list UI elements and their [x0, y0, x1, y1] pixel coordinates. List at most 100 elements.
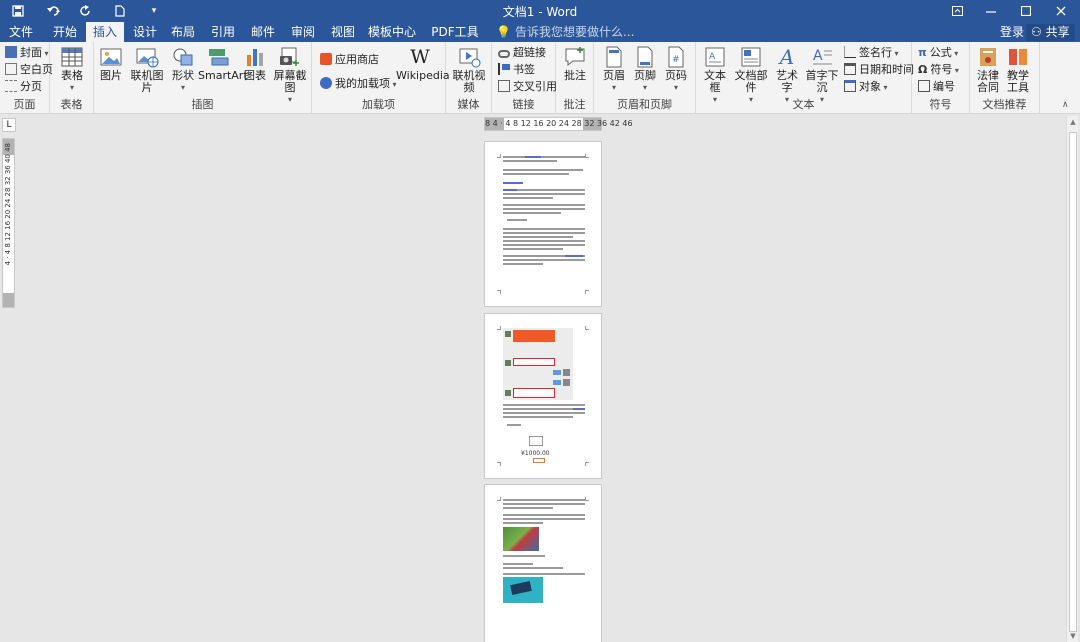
corner-mark — [585, 154, 589, 158]
tab-layout[interactable]: 布局 — [166, 22, 200, 42]
group-doc-recommend: 法律合同 教学工具 文档推荐 — [970, 42, 1040, 114]
close-icon[interactable] — [1044, 0, 1078, 22]
svg-text:A: A — [813, 48, 823, 64]
tab-review[interactable]: 审阅 — [286, 22, 320, 42]
text-line — [503, 263, 543, 265]
tab-references[interactable]: 引用 — [206, 22, 240, 42]
blank-page-button[interactable]: 空白页 — [5, 62, 53, 78]
login-link[interactable]: 登录 — [1000, 22, 1024, 42]
tab-view[interactable]: 视图 — [326, 22, 360, 42]
page-3[interactable] — [484, 484, 602, 642]
page-break-button[interactable]: 分页 — [5, 79, 42, 95]
teaching-tools-button[interactable]: 教学工具 — [1004, 46, 1032, 94]
text-line — [503, 173, 569, 175]
object-icon — [844, 80, 856, 92]
tab-file[interactable]: 文件 — [6, 22, 36, 42]
tab-pdf-tools[interactable]: PDF工具集 — [426, 22, 484, 59]
text-line — [503, 240, 585, 242]
link-text — [573, 408, 585, 410]
svg-text:A: A — [709, 52, 716, 62]
horizontal-ruler[interactable]: 8 4 · 4 8 12 16 20 24 28 32 36 42 46 — [484, 117, 633, 131]
online-video-button[interactable]: 联机视频 — [448, 46, 490, 94]
page-2[interactable]: ¥1000.00 — [484, 313, 602, 479]
bookmark-button[interactable]: 书签 — [498, 62, 535, 78]
smartart-button[interactable]: SmartArt — [198, 46, 248, 82]
group-label-symbols: 符号 — [929, 98, 952, 111]
group-label-tables: 表格 — [60, 98, 83, 111]
page-number-button[interactable]: # 页码 ▾ — [662, 46, 690, 94]
group-label-comments: 批注 — [563, 98, 586, 111]
text-line — [503, 232, 585, 234]
scroll-up-icon[interactable]: ▲ — [1067, 116, 1079, 128]
calendar-icon — [844, 63, 856, 75]
textbox-icon: A — [705, 47, 725, 67]
ribbon-display-icon[interactable] — [940, 0, 974, 22]
tab-mailings[interactable]: 邮件 — [246, 22, 280, 42]
tab-stop-selector[interactable]: L — [2, 118, 16, 132]
date-time-button[interactable]: 日期和时间 — [844, 62, 914, 78]
title-bar: ▾ 文档1 - Word — [0, 0, 1080, 22]
tab-insert[interactable]: 插入 — [86, 22, 124, 42]
hyperlink-button[interactable]: 超链接 — [498, 45, 546, 61]
object-button[interactable]: 对象 ▾ — [844, 79, 888, 95]
legal-contract-button[interactable]: 法律合同 — [974, 46, 1002, 94]
text-line — [503, 518, 585, 520]
text-line — [503, 169, 583, 171]
chat-reply-bubble — [553, 380, 561, 385]
header-button[interactable]: 页眉 ▾ — [600, 46, 628, 94]
text-line — [507, 424, 521, 426]
wikipedia-button[interactable]: W Wikipedia — [396, 46, 450, 82]
signature-line-button[interactable]: 签名行 ▾ — [844, 45, 899, 61]
tab-template-center[interactable]: 模板中心 — [364, 22, 420, 42]
text-line — [503, 499, 585, 501]
text-line — [503, 503, 585, 505]
text-line — [503, 236, 573, 238]
symbol-button[interactable]: Ω 符号 ▾ — [918, 62, 959, 78]
vertical-ruler[interactable]: 4 · 4 8 12 16 20 24 28 32 36 40 48 — [2, 138, 15, 308]
vertical-scrollbar[interactable]: ▲ ▼ — [1066, 116, 1078, 642]
cover-page-button[interactable]: 封面 ▾ — [5, 45, 49, 61]
price-text: ¥1000.00 — [521, 450, 550, 457]
scrollbar-thumb[interactable] — [1069, 132, 1077, 632]
ribbon-tabs: 文件 开始 插入 设计 布局 引用 邮件 审阅 视图 模板中心 PDF工具集 💡… — [0, 22, 1080, 59]
group-pages: 封面 ▾ 空白页 分页 页面 — [0, 42, 53, 114]
picture-icon — [100, 48, 122, 66]
text-line — [503, 416, 573, 418]
online-picture-button[interactable]: 联机图片 — [126, 46, 168, 94]
chart-button[interactable]: 图表 — [242, 46, 268, 82]
screenshot-icon — [280, 47, 299, 66]
my-addins-button[interactable]: 我的加载项 ▾ — [320, 76, 397, 92]
product-image — [529, 436, 543, 446]
text-line — [503, 412, 585, 414]
group-addins: 应用商店 我的加载项 ▾ W Wikipedia 加载项 — [312, 42, 450, 114]
group-label-text: 文本 — [792, 98, 815, 111]
cross-reference-button[interactable]: 交叉引用 — [498, 79, 557, 95]
maximize-icon[interactable] — [1009, 0, 1043, 22]
shapes-button[interactable]: 形状 ▾ — [170, 46, 196, 94]
text-line — [503, 197, 553, 199]
share-button[interactable]: ⚇ 共享 — [1026, 24, 1075, 41]
numbering-button[interactable]: 编号 — [918, 79, 955, 95]
page-1[interactable] — [484, 141, 602, 307]
comment-button[interactable]: 批注 — [561, 46, 589, 82]
link-text — [503, 182, 523, 184]
tell-me-search[interactable]: 💡 告诉我您想要做什么... — [496, 22, 634, 42]
chart-icon — [247, 49, 263, 66]
group-header-footer: 页眉 ▾ 页脚 ▾ # 页码 ▾ 页眉和页脚 — [594, 42, 696, 114]
scroll-down-icon[interactable]: ▼ — [1067, 630, 1079, 642]
tab-home[interactable]: 开始 — [48, 22, 82, 42]
store-button[interactable]: 应用商店 — [320, 52, 379, 68]
equation-button[interactable]: π 公式 ▾ — [918, 45, 958, 61]
footer-button[interactable]: 页脚 ▾ — [631, 46, 659, 94]
tab-design[interactable]: 设计 — [128, 22, 162, 42]
group-symbols: π 公式 ▾ Ω 符号 ▾ 编号 符号 — [912, 42, 970, 114]
chat-avatar — [505, 390, 511, 396]
page-break-icon — [5, 80, 17, 92]
minimize-icon[interactable] — [974, 0, 1008, 22]
collapse-ribbon-icon[interactable]: ∧ — [1062, 100, 1069, 110]
table-button[interactable]: 表格 ▾ — [56, 46, 88, 94]
picture-button[interactable]: 图片 — [98, 46, 124, 82]
chat-avatar — [563, 369, 570, 376]
online-picture-icon — [136, 48, 159, 68]
vruler-ticks: 4 · 4 8 12 16 20 24 28 32 36 40 48 — [4, 143, 12, 266]
